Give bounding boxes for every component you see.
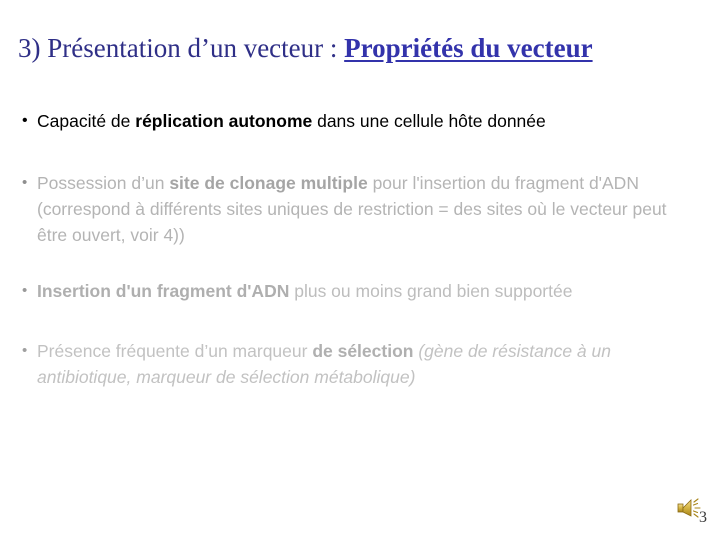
slide-title: 3) Présentation d’un vecteur : Propriété… xyxy=(18,32,708,64)
slide-title-plain: 3) Présentation d’un vecteur : xyxy=(18,33,345,63)
bullet-1-text-b: dans une cellule hôte donnée xyxy=(312,111,546,131)
bullet-marker-icon: • xyxy=(22,342,28,359)
bullet-2-text-a: Possession d’un xyxy=(37,173,170,193)
bullet-item-4: • Présence fréquente d’un marqueur de sél… xyxy=(22,338,700,390)
bullet-3-bold: Insertion d'un fragment d'ADN xyxy=(37,281,290,301)
slide-body: • Capacité de réplication autonome dans u… xyxy=(22,108,700,390)
slide-title-emphasis: Propriétés du vecteur xyxy=(344,33,593,63)
slide-canvas: 3) Présentation d’un vecteur : Propriété… xyxy=(0,0,720,540)
bullet-item-2: • Possession d’un site de clonage multipl… xyxy=(22,170,700,248)
bullet-1-text-a: Capacité de xyxy=(37,111,136,131)
bullet-marker-icon: • xyxy=(22,282,28,299)
bullet-1-bold: réplication autonome xyxy=(135,111,313,131)
bullet-marker-icon: • xyxy=(22,112,28,129)
bullet-item-3: • Insertion d'un fragment d'ADN plus ou m… xyxy=(22,278,700,304)
bullet-4-bold: de sélection xyxy=(312,341,414,361)
bullet-item-1: • Capacité de réplication autonome dans u… xyxy=(22,108,700,134)
slide-number: 3 xyxy=(699,509,707,526)
bullet-4-text-a: Présence fréquente d’un marqueur xyxy=(37,341,313,361)
bullet-3-text-b: plus ou moins grand bien supportée xyxy=(289,281,573,301)
bullet-2-bold: site de clonage multiple xyxy=(169,173,368,193)
bullet-marker-icon: • xyxy=(22,174,28,191)
